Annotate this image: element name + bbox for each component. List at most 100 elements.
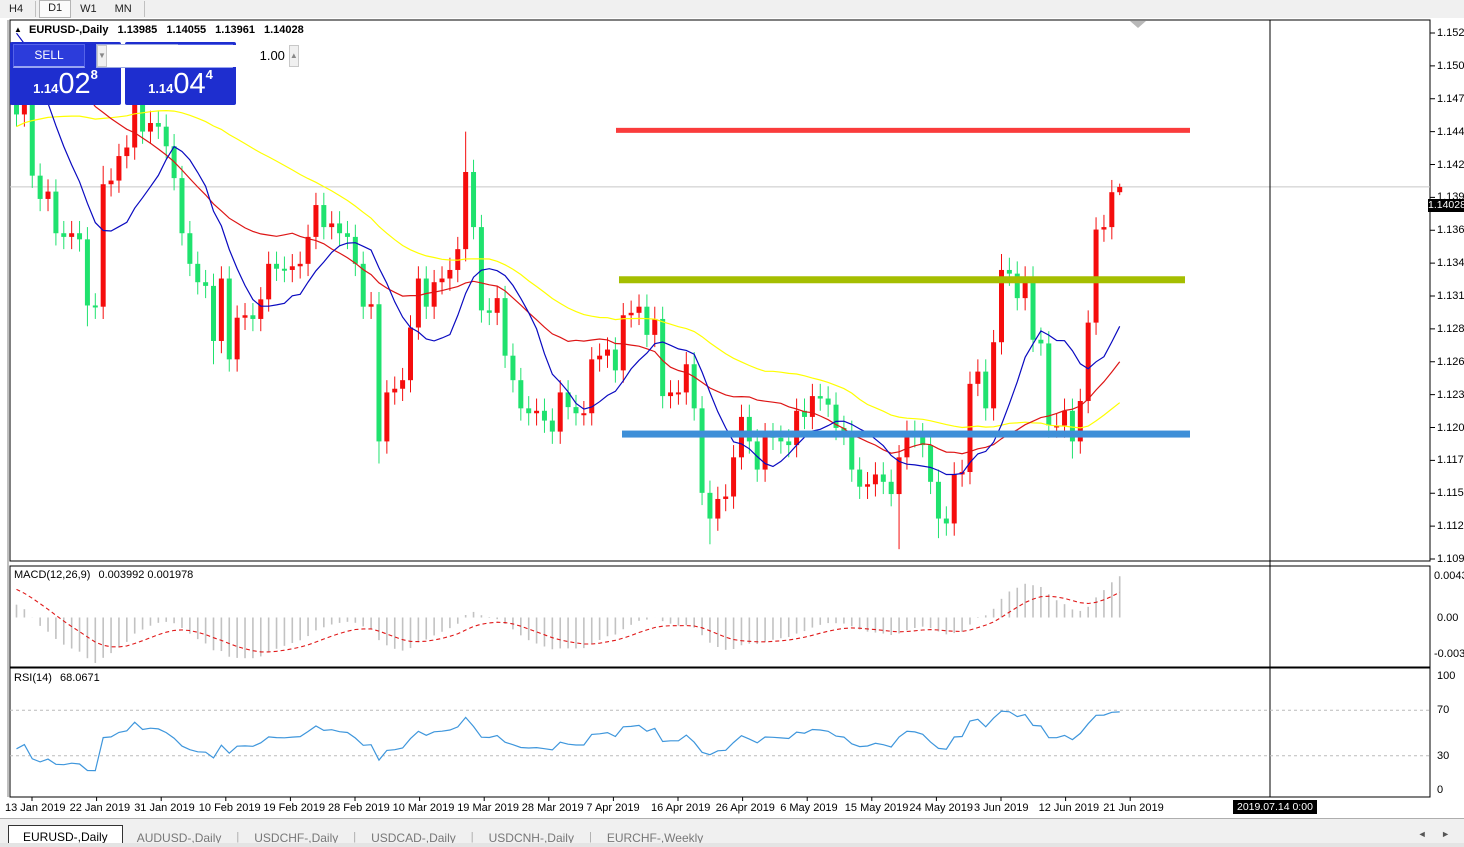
candle-body — [116, 156, 121, 180]
candle-body — [447, 270, 452, 279]
candle-body — [219, 279, 224, 341]
time-axis-label: 10 Feb 2019 — [199, 802, 261, 814]
timeframe-button-h4[interactable]: H4 — [0, 0, 32, 18]
candle-body — [818, 396, 823, 398]
chart-symbol-label: EURUSD-,Daily — [29, 24, 108, 36]
candle-body — [321, 205, 326, 227]
candle-body — [826, 399, 831, 405]
candle-body — [376, 304, 381, 441]
horizontal-line-object[interactable] — [619, 276, 1185, 283]
macd-header: MACD(12,26,9) 0.003992 0.001978 — [14, 569, 193, 581]
time-axis-label: 28 Mar 2019 — [522, 802, 584, 814]
candle-body — [85, 239, 90, 305]
candle-body — [731, 457, 736, 496]
candle-body — [597, 356, 602, 360]
candle-body — [313, 205, 318, 237]
candle-body — [156, 123, 161, 127]
price-axis-label: 1.12600 — [1437, 356, 1464, 368]
timeframe-button-w1[interactable]: W1 — [71, 0, 106, 18]
candle-body — [1086, 323, 1091, 401]
price-axis-label: 1.10990 — [1437, 553, 1464, 565]
candle-body — [495, 298, 500, 313]
rsi-header: RSI(14) 68.0671 — [14, 672, 100, 684]
candle-body — [1007, 270, 1012, 274]
rsi-axis-label: 70 — [1437, 704, 1449, 716]
candle-body — [266, 264, 271, 300]
candle-body — [975, 372, 980, 384]
candle-body — [250, 315, 255, 319]
one-click-trading-panel: SELL 1.14028 BUY 1.14044 ▼ ▲ — [10, 42, 236, 105]
price-axis-label: 1.11255 — [1437, 520, 1464, 532]
candle-body — [69, 233, 74, 237]
panel-border — [10, 566, 1430, 667]
rsi-title: RSI(14) — [14, 672, 52, 684]
price-axis-label: 1.11525 — [1437, 487, 1464, 499]
candle-body — [692, 364, 697, 408]
candle-body — [637, 307, 642, 313]
ohlc-close: 1.14028 — [264, 24, 304, 36]
candle-body — [30, 105, 35, 176]
price-axis-label: 1.13135 — [1437, 290, 1464, 302]
candle-body — [187, 233, 192, 264]
time-axis-label: 13 Jan 2019 — [5, 802, 66, 814]
horizontal-line-object[interactable] — [622, 431, 1190, 438]
chart-canvas[interactable] — [0, 18, 1464, 818]
time-axis-label: 6 May 2019 — [780, 802, 837, 814]
candle-body — [164, 127, 169, 147]
rsi-axis-label: 30 — [1437, 750, 1449, 762]
candle-body — [676, 392, 681, 394]
candle-body — [1038, 340, 1043, 344]
candle-body — [621, 315, 626, 370]
candle-body — [928, 445, 933, 482]
candle-body — [148, 123, 153, 132]
horizontal-line-object[interactable] — [616, 128, 1190, 133]
candle-body — [203, 282, 208, 286]
ohlc-open: 1.13985 — [118, 24, 158, 36]
panel-border — [10, 668, 1430, 797]
candle-body — [337, 223, 342, 233]
macd-histogram — [17, 576, 1120, 663]
tab-scroll-arrows[interactable]: ◄ ► — [1418, 829, 1456, 839]
candle-body — [282, 269, 287, 271]
candle-body — [1109, 192, 1114, 227]
sell-button[interactable]: SELL — [13, 44, 85, 68]
time-axis-label: 21 Jun 2019 — [1103, 802, 1164, 814]
candle-body — [384, 392, 389, 441]
timeframe-button-mn[interactable]: MN — [106, 0, 141, 18]
time-axis-label: 24 May 2019 — [909, 802, 973, 814]
candle-body — [93, 305, 98, 307]
candle-body — [873, 474, 878, 484]
candle-body — [573, 407, 578, 413]
collapse-triangle-icon[interactable]: ▲ — [14, 25, 22, 34]
rsi-axis-label: 100 — [1437, 670, 1455, 682]
volume-input[interactable] — [107, 45, 289, 67]
candle-body — [684, 364, 689, 392]
price-axis-label: 1.11795 — [1437, 454, 1464, 466]
volume-decrease-button[interactable]: ▼ — [97, 45, 107, 67]
sell-price-sup: 8 — [91, 67, 98, 82]
candle-body — [235, 318, 240, 360]
candle-body — [1062, 411, 1067, 426]
timeframe-toolbar: H4 D1 W1 MN — [0, 0, 1464, 19]
candle-body — [967, 384, 972, 472]
candle-body — [440, 279, 445, 283]
time-axis-label: 28 Feb 2019 — [328, 802, 390, 814]
price-axis-label: 1.14480 — [1437, 126, 1464, 138]
buy-price-display: 1.14044 — [125, 67, 236, 101]
candle-body — [211, 286, 216, 341]
mt4-application: H4 D1 W1 MN ▲ EURUSD-,Daily 1.13985 1.14… — [0, 0, 1464, 847]
candle-body — [613, 350, 618, 371]
candle-body — [227, 279, 232, 360]
candle-body — [778, 438, 783, 442]
timeframe-button-d1[interactable]: D1 — [39, 0, 71, 18]
candle-body — [629, 313, 634, 315]
candle-body — [408, 328, 413, 381]
volume-increase-button[interactable]: ▲ — [289, 45, 299, 67]
chart-shift-marker-icon[interactable] — [1130, 21, 1146, 28]
chart-window[interactable]: ▲ EURUSD-,Daily 1.13985 1.14055 1.13961 … — [0, 18, 1464, 818]
candle-body — [298, 264, 303, 266]
candle-body — [786, 441, 791, 445]
candle-body — [109, 181, 114, 185]
candle-body — [897, 457, 902, 494]
candle-body — [605, 350, 610, 356]
